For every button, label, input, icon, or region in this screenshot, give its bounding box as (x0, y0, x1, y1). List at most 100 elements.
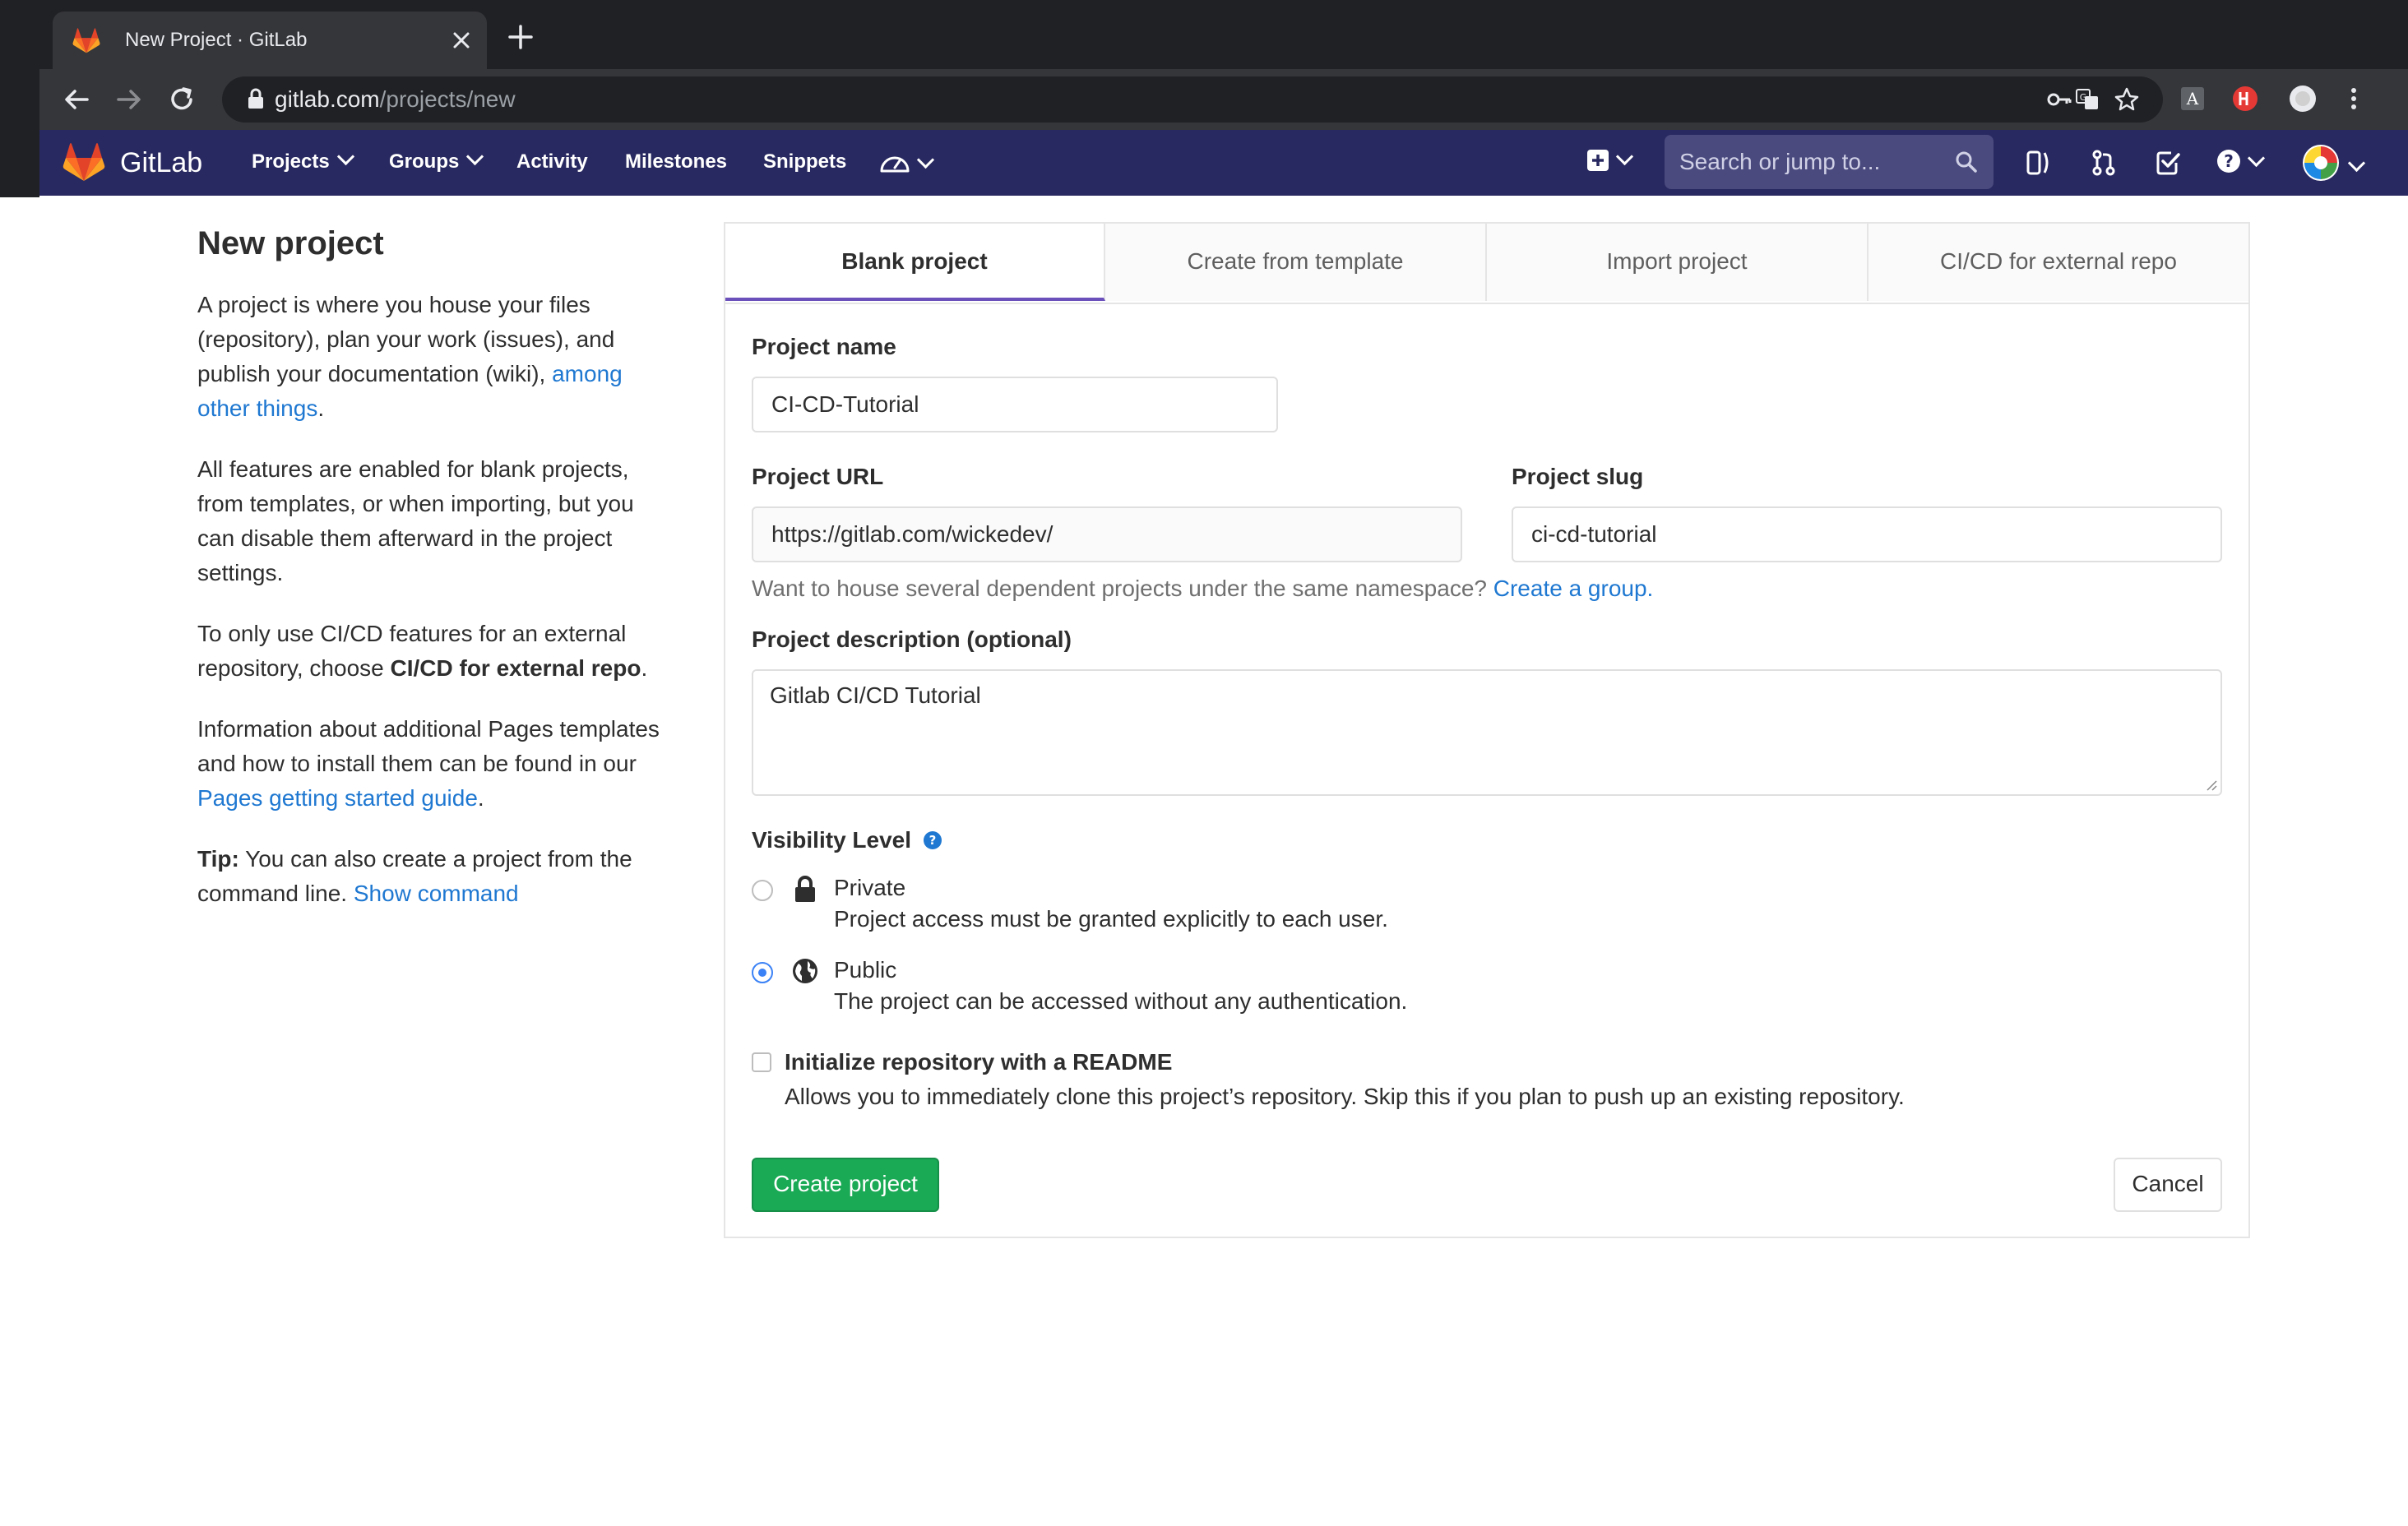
chevron-down-icon (1616, 147, 1634, 166)
info-p4-end: . (477, 785, 484, 811)
chevron-down-icon (917, 150, 935, 169)
project-name-input[interactable]: CI-CD-Tutorial (752, 377, 1278, 432)
namespace-help: Want to house several dependent projects… (752, 576, 1653, 602)
gitlab-brand[interactable]: GitLab (120, 130, 202, 196)
svg-text:A: A (2186, 89, 2199, 109)
reload-icon[interactable] (166, 84, 197, 115)
user-menu[interactable] (2301, 143, 2366, 183)
project-url-label: Project URL (752, 464, 884, 489)
nav-milestones[interactable]: Milestones (625, 130, 727, 194)
create-project-button[interactable]: Create project (752, 1158, 939, 1212)
tab-cicd-external-repo[interactable]: CI/CD for external repo (1869, 224, 2248, 301)
profile-icon[interactable] (2288, 84, 2318, 113)
visibility-private-radio[interactable] (752, 880, 773, 901)
visibility-private-title[interactable]: Private (834, 875, 905, 901)
browser-tab[interactable]: New Project · GitLab (53, 12, 487, 69)
description-label: Project description (optional) (752, 627, 1072, 652)
project-slug-label: Project slug (1512, 464, 1644, 489)
cancel-button[interactable]: Cancel (2114, 1158, 2222, 1212)
readme-desc: Allows you to immediately clone this pro… (785, 1084, 1905, 1109)
close-tab-icon[interactable] (451, 30, 472, 51)
visibility-public-radio[interactable] (752, 962, 773, 983)
browser-menu-icon[interactable] (2339, 84, 2369, 113)
page-title: New project (197, 225, 384, 261)
svg-text:G: G (2080, 92, 2087, 103)
nav-snippets[interactable]: Snippets (763, 130, 846, 194)
help-dropdown[interactable]: ? (2216, 148, 2273, 178)
info-p4-text: Information about additional Pages templ… (197, 716, 660, 776)
info-paragraph-4: Information about additional Pages templ… (197, 712, 674, 816)
back-arrow-icon[interactable] (61, 84, 92, 115)
project-url-field[interactable]: https://gitlab.com/wickedev/ (752, 506, 1462, 562)
nav-activity[interactable]: Activity (516, 130, 588, 194)
gitlab-logo-icon[interactable] (63, 143, 105, 183)
new-tab-icon[interactable] (507, 23, 535, 51)
info-paragraph-3: To only use CI/CD features for an extern… (197, 617, 674, 686)
tip-label: Tip: (197, 846, 239, 872)
readme-label[interactable]: Initialize repository with a README (785, 1049, 1172, 1075)
readme-checkbox[interactable] (752, 1052, 771, 1072)
visibility-private-desc: Project access must be granted explicitl… (834, 906, 1388, 932)
browser-tabbar: New Project · GitLab (39, 0, 2408, 69)
help-circle-icon[interactable]: ? (923, 830, 942, 850)
nav-groups[interactable]: Groups (389, 130, 484, 194)
tab-title: New Project · GitLab (125, 29, 308, 51)
chevron-down-icon (466, 147, 484, 166)
issues-icon[interactable] (2023, 148, 2053, 178)
lock-icon (248, 88, 263, 109)
speedometer-icon (880, 156, 910, 173)
globe-icon (793, 959, 817, 983)
new-project-info: New project A project is where you house… (197, 217, 674, 937)
url-path: /projects/new (379, 86, 516, 112)
svg-text:?: ? (928, 833, 936, 848)
star-bookmark-icon[interactable] (2114, 86, 2140, 113)
todos-icon[interactable] (2153, 148, 2183, 178)
nav-projects[interactable]: Projects (252, 130, 354, 194)
info-p3-bold: CI/CD for external repo (390, 655, 641, 681)
url-host: gitlab.com (275, 86, 380, 112)
address-bar[interactable]: gitlab.com/projects/new G (222, 76, 2163, 123)
window-edge (0, 0, 39, 197)
tab-import-project[interactable]: Import project (1487, 224, 1869, 301)
visibility-level-label: Visibility Level ? (752, 827, 942, 853)
merge-requests-icon[interactable] (2089, 148, 2119, 178)
pages-guide-link[interactable]: Pages getting started guide (197, 785, 478, 811)
nav-groups-label: Groups (389, 150, 460, 173)
chevron-down-icon (2348, 154, 2366, 173)
tab-create-from-template[interactable]: Create from template (1105, 224, 1487, 301)
svg-text:?: ? (2224, 151, 2234, 171)
reader-extension-icon[interactable]: A (2178, 84, 2207, 113)
namespace-help-text: Want to house several dependent projects… (752, 576, 1493, 601)
nav-projects-label: Projects (252, 150, 330, 173)
visibility-public-title[interactable]: Public (834, 957, 896, 983)
lock-icon (795, 876, 815, 902)
info-p3-end: . (641, 655, 648, 681)
gitlab-favicon-icon (72, 28, 100, 53)
show-command-link[interactable]: Show command (354, 881, 519, 906)
plus-square-icon (1587, 150, 1609, 171)
search-icon (1956, 151, 1977, 173)
extension-red-icon[interactable] (2230, 84, 2260, 113)
search-box[interactable] (1665, 135, 1994, 189)
url-text: gitlab.com/projects/new (275, 76, 516, 123)
translate-icon[interactable]: G (2074, 86, 2100, 113)
chevron-down-icon (336, 147, 354, 166)
avatar (2303, 145, 2339, 181)
browser-toolbar: gitlab.com/projects/new G A (39, 69, 2408, 130)
description-textarea[interactable]: Gitlab CI/CD Tutorial (752, 669, 2222, 796)
search-input[interactable] (1665, 135, 1959, 189)
new-project-panel: Blank project Create from template Impor… (724, 222, 2250, 1238)
project-slug-input[interactable]: ci-cd-tutorial (1512, 506, 2222, 562)
chevron-down-icon (2248, 149, 2266, 168)
dashboard-dropdown[interactable] (878, 148, 938, 178)
info-tip: Tip: You can also create a project from … (197, 842, 674, 911)
resize-grip-icon[interactable] (2204, 778, 2217, 791)
new-item-dropdown[interactable] (1586, 147, 1643, 178)
key-icon[interactable] (2046, 86, 2072, 113)
gitlab-navbar: GitLab Projects Groups Activity Mileston… (39, 130, 2408, 196)
visibility-label-text: Visibility Level (752, 827, 912, 853)
tab-blank-project[interactable]: Blank project (725, 224, 1105, 301)
create-group-link[interactable]: Create a group. (1493, 576, 1654, 601)
forward-arrow-icon[interactable] (113, 84, 145, 115)
visibility-public-desc: The project can be accessed without any … (834, 988, 1408, 1014)
